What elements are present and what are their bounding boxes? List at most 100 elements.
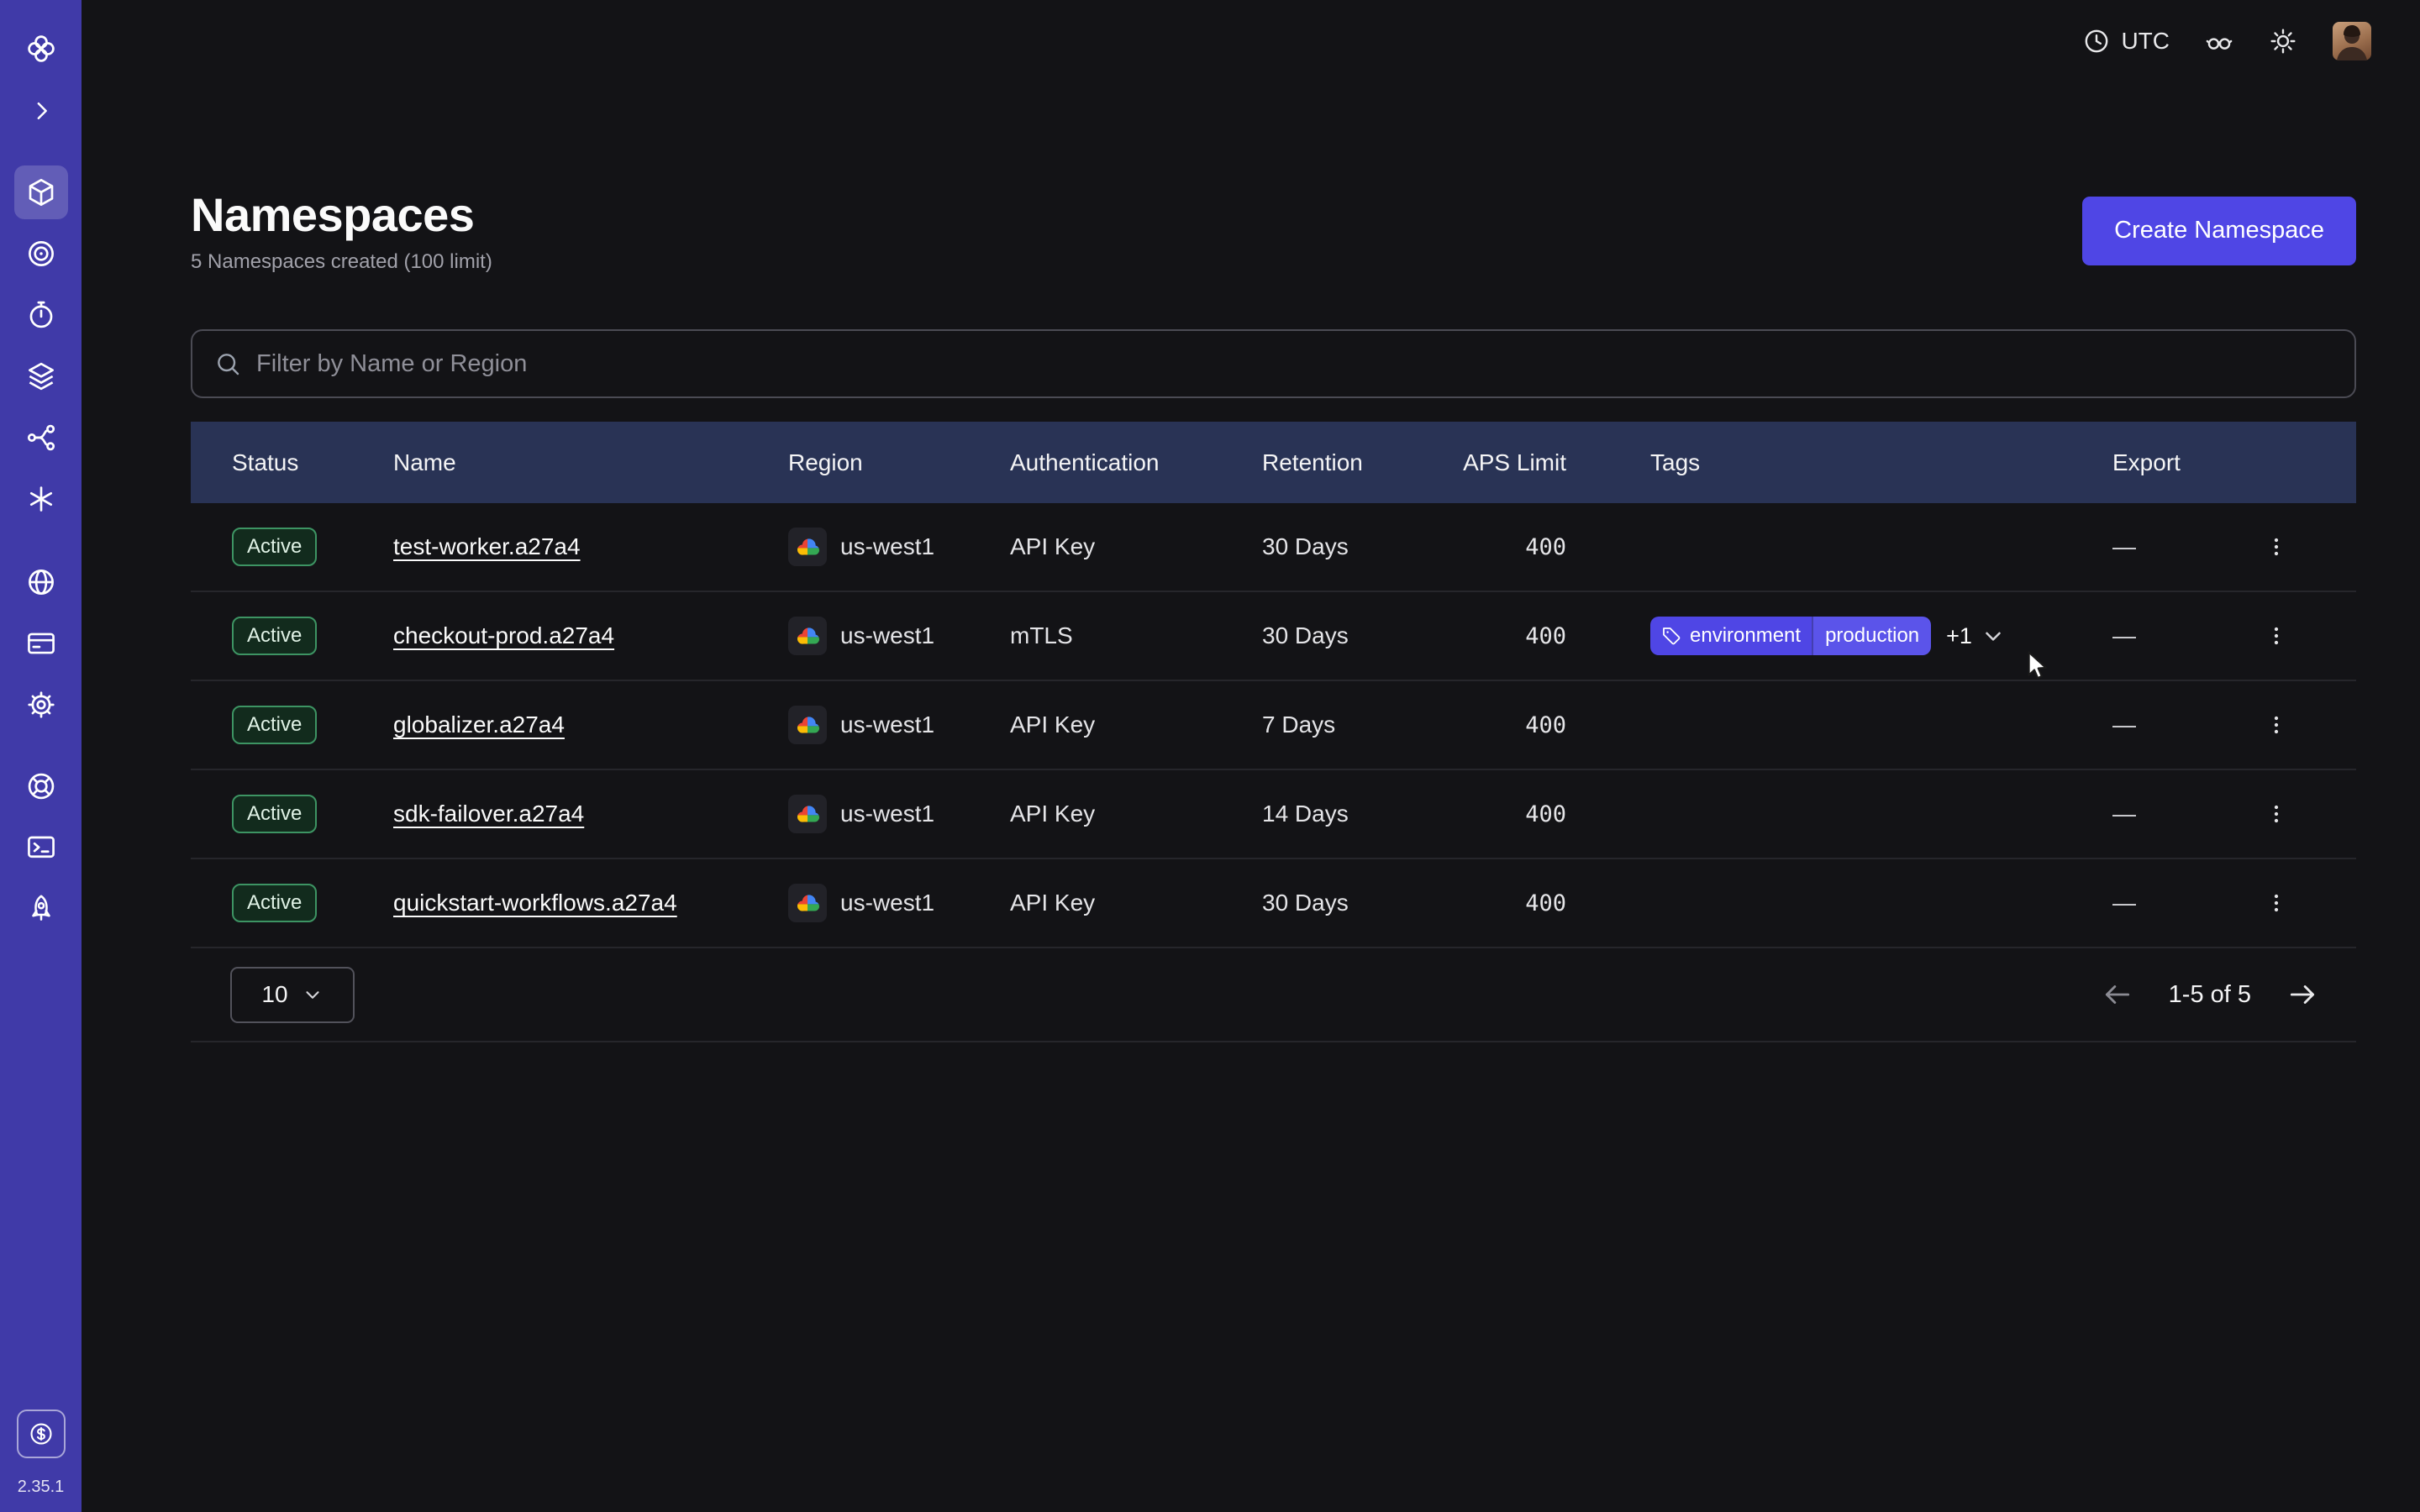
retention-cell: 30 Days bbox=[1262, 622, 1457, 649]
table-header-row: Status Name Region Authentication Retent… bbox=[191, 422, 2356, 503]
page-head: Namespaces 5 Namespaces created (100 lim… bbox=[191, 187, 2356, 274]
namespace-link[interactable]: test-worker.a27a4 bbox=[393, 533, 581, 559]
col-header-tags: Tags bbox=[1566, 449, 2112, 476]
sidebar-item-settings[interactable] bbox=[14, 678, 68, 732]
namespace-link[interactable]: sdk-failover.a27a4 bbox=[393, 801, 584, 827]
tags-expand-button[interactable] bbox=[1981, 623, 2006, 648]
arrow-left-icon bbox=[2102, 979, 2133, 1011]
status-cell: Active bbox=[232, 795, 393, 833]
name-cell: checkout-prod.a27a4 bbox=[393, 622, 788, 649]
retention-cell: 14 Days bbox=[1262, 801, 1457, 827]
authentication-cell: API Key bbox=[1010, 801, 1262, 827]
aps-limit-cell: 400 bbox=[1457, 623, 1566, 649]
aps-limit-cell: 400 bbox=[1457, 712, 1566, 738]
tag-key: environment bbox=[1690, 624, 1801, 648]
cube-icon bbox=[25, 176, 57, 208]
namespace-link[interactable]: checkout-prod.a27a4 bbox=[393, 622, 614, 648]
previous-page-button[interactable] bbox=[2102, 979, 2133, 1011]
authentication-cell: API Key bbox=[1010, 533, 1262, 560]
temporal-logo[interactable] bbox=[14, 22, 68, 76]
tags-group: environment production +1 bbox=[1650, 617, 2006, 655]
sidebar: 2.35.1 bbox=[0, 0, 82, 1512]
col-header-aps-limit: APS Limit bbox=[1457, 449, 1566, 476]
name-cell: test-worker.a27a4 bbox=[393, 533, 788, 560]
region-label: us-west1 bbox=[840, 711, 934, 738]
region-cell: us-west1 bbox=[788, 528, 1010, 566]
actions-cell bbox=[2230, 525, 2323, 569]
target-icon bbox=[25, 238, 57, 270]
sidebar-item-namespaces[interactable] bbox=[14, 165, 68, 219]
tag-value: production bbox=[1812, 617, 1931, 655]
page-size-select[interactable]: 10 bbox=[230, 967, 355, 1023]
create-namespace-button[interactable]: Create Namespace bbox=[2082, 197, 2356, 265]
table-row: Active checkout-prod.a27a4 bbox=[191, 592, 2356, 681]
row-menu-button[interactable] bbox=[2254, 792, 2298, 836]
page-title: Namespaces bbox=[191, 187, 492, 242]
timezone-label: UTC bbox=[2121, 28, 2170, 55]
dollar-icon bbox=[28, 1420, 55, 1447]
namespace-link[interactable]: globalizer.a27a4 bbox=[393, 711, 565, 738]
labs-button[interactable] bbox=[2205, 27, 2233, 55]
temporal-logo-icon bbox=[25, 33, 57, 65]
rocket-icon bbox=[25, 893, 57, 925]
sidebar-item-billing[interactable] bbox=[14, 617, 68, 670]
export-cell: — bbox=[2112, 533, 2230, 560]
sidebar-item-get-started[interactable] bbox=[14, 882, 68, 936]
sidebar-item-support[interactable] bbox=[14, 759, 68, 813]
arrow-right-icon bbox=[2286, 979, 2318, 1011]
authentication-cell: API Key bbox=[1010, 890, 1262, 916]
status-badge: Active bbox=[232, 884, 317, 922]
search-icon bbox=[214, 350, 241, 377]
status-cell: Active bbox=[232, 528, 393, 566]
row-menu-button[interactable] bbox=[2254, 525, 2298, 569]
authentication-cell: API Key bbox=[1010, 711, 1262, 738]
sidebar-item-workflows[interactable] bbox=[14, 411, 68, 465]
avatar-image bbox=[2333, 22, 2371, 60]
namespace-link[interactable]: quickstart-workflows.a27a4 bbox=[393, 890, 677, 916]
avatar[interactable] bbox=[2333, 22, 2371, 60]
namespaces-table: Status Name Region Authentication Retent… bbox=[191, 422, 2356, 1042]
table-row: Active globalizer.a27a4 bbox=[191, 681, 2356, 770]
row-menu-button[interactable] bbox=[2254, 703, 2298, 747]
sidebar-item-docs[interactable] bbox=[14, 821, 68, 874]
table-row: Active quickstart-workflows.a27a4 bbox=[191, 859, 2356, 948]
actions-cell bbox=[2230, 881, 2323, 925]
timezone-button[interactable]: UTC bbox=[2082, 27, 2170, 55]
tag-pill[interactable]: environment production bbox=[1650, 617, 1931, 655]
col-header-authentication: Authentication bbox=[1010, 449, 1262, 476]
region-cell: us-west1 bbox=[788, 617, 1010, 655]
sidebar-item-batch-operations[interactable] bbox=[14, 472, 68, 526]
sidebar-item-deployments[interactable] bbox=[14, 349, 68, 403]
region-label: us-west1 bbox=[840, 533, 934, 560]
next-page-button[interactable] bbox=[2286, 979, 2318, 1011]
sidebar-expand-button[interactable] bbox=[14, 84, 68, 138]
page-subtitle: 5 Namespaces created (100 limit) bbox=[191, 250, 492, 274]
pagination: 1-5 of 5 bbox=[2102, 979, 2318, 1011]
row-menu-button[interactable] bbox=[2254, 614, 2298, 658]
sun-icon bbox=[2269, 27, 2297, 55]
page-title-group: Namespaces 5 Namespaces created (100 lim… bbox=[191, 187, 492, 274]
filter-search-input[interactable] bbox=[256, 350, 2333, 378]
filter-search bbox=[191, 329, 2356, 398]
gear-icon bbox=[25, 689, 57, 721]
tags-cell: environment production +1 bbox=[1566, 617, 2112, 655]
sidebar-item-schedules[interactable] bbox=[14, 288, 68, 342]
theme-toggle-button[interactable] bbox=[2269, 27, 2297, 55]
status-cell: Active bbox=[232, 617, 393, 655]
sidebar-item-nexus[interactable] bbox=[14, 227, 68, 281]
sidebar-item-cloud[interactable] bbox=[14, 555, 68, 609]
pagination-range: 1-5 of 5 bbox=[2169, 981, 2251, 1009]
card-icon bbox=[25, 627, 57, 659]
main-area: UTC Namespaces 5 Namespaces created (100… bbox=[82, 0, 2420, 1512]
chevron-down-icon bbox=[302, 984, 324, 1005]
name-cell: quickstart-workflows.a27a4 bbox=[393, 890, 788, 916]
authentication-cell: mTLS bbox=[1010, 622, 1262, 649]
actions-cell bbox=[2230, 614, 2323, 658]
sidebar-item-usage[interactable] bbox=[17, 1410, 66, 1458]
kebab-menu-icon bbox=[2264, 534, 2289, 559]
tag-icon bbox=[1661, 626, 1681, 646]
aps-limit-cell: 400 bbox=[1457, 534, 1566, 560]
row-menu-button[interactable] bbox=[2254, 881, 2298, 925]
table-footer: 10 1-5 of 5 bbox=[191, 948, 2356, 1042]
gcp-cloud-icon bbox=[788, 884, 827, 922]
